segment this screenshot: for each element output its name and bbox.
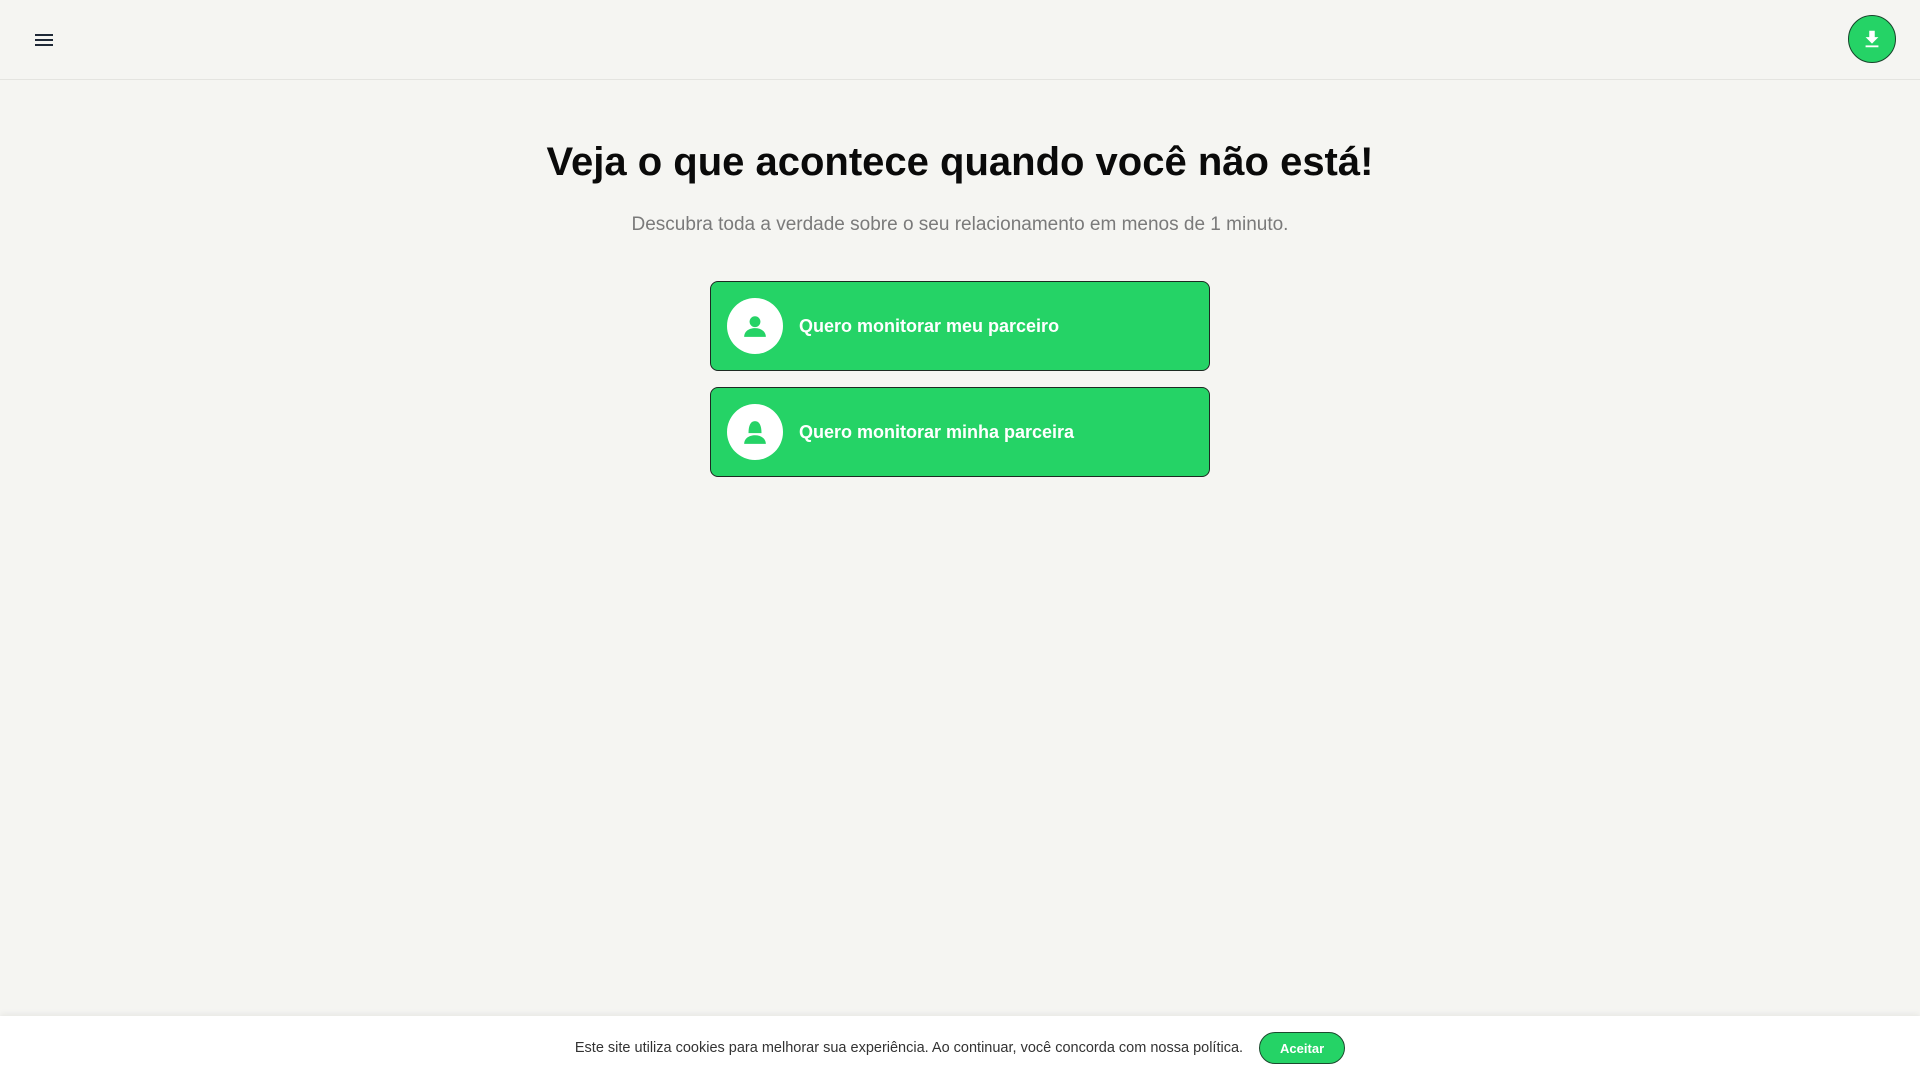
monitor-partner-female-button[interactable]: Quero monitorar minha parceira [710, 387, 1210, 477]
menu-icon [35, 34, 53, 46]
menu-button[interactable] [24, 22, 64, 58]
avatar [727, 404, 783, 460]
page-title: Veja o que acontece quando você não está… [546, 140, 1374, 184]
download-icon [1865, 30, 1879, 48]
page-subtitle: Descubra toda a verdade sobre o seu rela… [631, 214, 1289, 235]
male-user-icon [744, 316, 766, 337]
female-user-icon [744, 421, 766, 444]
option-label: Quero monitorar meu parceiro [799, 315, 1060, 336]
top-bar [0, 0, 1920, 80]
accept-cookies-button[interactable]: Aceitar [1259, 1032, 1346, 1064]
avatar [727, 298, 783, 354]
cookie-text: Este site utiliza cookies para melhorar … [574, 1040, 1244, 1056]
option-label: Quero monitorar minha parceira [799, 421, 1075, 442]
cookie-banner: Este site utiliza cookies para melhorar … [0, 1016, 1920, 1080]
monitor-partner-male-button[interactable]: Quero monitorar meu parceiro [710, 281, 1210, 371]
download-button[interactable] [1848, 15, 1896, 63]
